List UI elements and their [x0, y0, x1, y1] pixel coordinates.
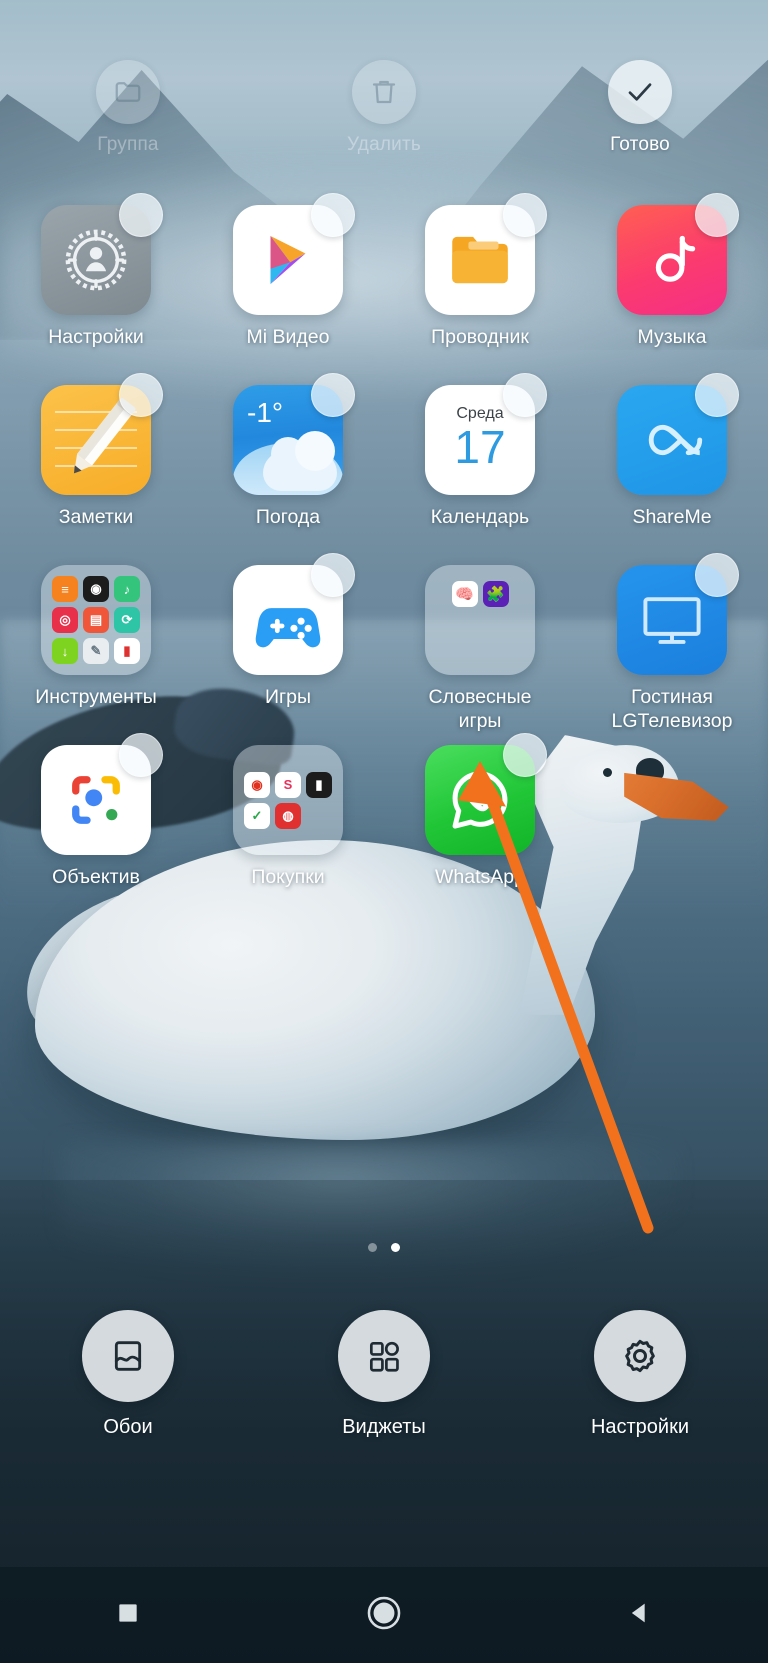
- app-label: WhatsApp: [435, 866, 525, 888]
- app-cell-notes[interactable]: Заметки: [0, 373, 192, 565]
- folder-cell-word-games[interactable]: 🧠 🧩 Словесные игры: [384, 565, 576, 745]
- group-button-label: Группа: [97, 134, 159, 155]
- delete-button-label: Удалить: [347, 134, 421, 155]
- wallpaper-button-label: Обои: [103, 1416, 153, 1438]
- widgets-grid-icon: [338, 1310, 430, 1402]
- group-button[interactable]: Группа: [0, 60, 256, 156]
- settings-button[interactable]: Настройки: [512, 1310, 768, 1439]
- home-button[interactable]: [256, 1594, 512, 1637]
- done-button[interactable]: Готово: [512, 60, 768, 156]
- selection-badge[interactable]: [311, 193, 355, 237]
- wallpaper-button[interactable]: Обои: [0, 1310, 256, 1439]
- delete-button[interactable]: Удалить: [256, 60, 512, 156]
- settings-gear-icon: [594, 1310, 686, 1402]
- app-label: Объектив: [52, 866, 140, 888]
- checkmark-icon: [608, 60, 672, 124]
- selection-badge[interactable]: [119, 373, 163, 417]
- page-indicator: [0, 1243, 768, 1252]
- selection-badge[interactable]: [503, 193, 547, 237]
- app-cell-empty: [576, 745, 768, 925]
- app-cell-lg-tv[interactable]: Гостиная LGТелевизор: [576, 553, 768, 745]
- selection-badge[interactable]: [503, 373, 547, 417]
- folder-label: Инструменты: [35, 686, 157, 708]
- selection-badge[interactable]: [695, 193, 739, 237]
- whatsapp-selection-badge[interactable]: [503, 733, 547, 777]
- folder-word-games-icon: 🧠 🧩: [425, 565, 535, 675]
- folder-label: Словесные игры: [428, 686, 532, 732]
- app-cell-settings[interactable]: Настройки: [0, 193, 192, 385]
- folder-icon: [96, 60, 160, 124]
- app-label: Календарь: [430, 506, 530, 528]
- app-cell-games[interactable]: Игры: [192, 553, 384, 745]
- app-label: Гостиная LGТелевизор: [611, 686, 733, 732]
- app-cell-lens[interactable]: Объектив: [0, 733, 192, 925]
- app-label: Настройки: [48, 326, 144, 348]
- android-navigation-bar: [0, 1567, 768, 1663]
- app-row: Настройки Mi Видео Проводник Музыка: [0, 193, 768, 385]
- app-row: Объектив ◉ S ▮ ✓ ◍ Покупки WhatsApp: [0, 733, 768, 925]
- folder-tools-icon: ≡ ◉ ♪ ◎ ▤ ⟳ ↓ ✎ ▮: [41, 565, 151, 675]
- selection-badge[interactable]: [311, 553, 355, 597]
- folder-cell-tools[interactable]: ≡ ◉ ♪ ◎ ▤ ⟳ ↓ ✎ ▮ Инструменты: [0, 565, 192, 745]
- calendar-day: 17: [454, 421, 506, 473]
- app-label: Проводник: [431, 326, 529, 348]
- home-circle-icon: [365, 1594, 403, 1637]
- app-cell-music[interactable]: Музыка: [576, 193, 768, 385]
- app-cell-weather[interactable]: -1° Погода: [192, 373, 384, 565]
- app-label: Погода: [255, 506, 321, 528]
- folder-label: Покупки: [251, 866, 325, 888]
- recents-square-icon: [115, 1600, 141, 1631]
- edit-mode-top-toolbar: Группа Удалить Готово: [0, 60, 768, 180]
- back-triangle-icon: [626, 1599, 654, 1632]
- app-cell-whatsapp[interactable]: WhatsApp: [384, 733, 576, 925]
- app-row: Заметки -1° Погода Среда 17 Календарь Sh…: [0, 373, 768, 565]
- done-button-label: Готово: [610, 134, 670, 155]
- folder-shopping-icon: ◉ S ▮ ✓ ◍: [233, 745, 343, 855]
- app-cell-file-manager[interactable]: Проводник: [384, 193, 576, 385]
- page-dot-active[interactable]: [391, 1243, 400, 1252]
- selection-badge[interactable]: [119, 733, 163, 777]
- widgets-button-label: Виджеты: [342, 1416, 426, 1438]
- app-cell-calendar[interactable]: Среда 17 Календарь: [384, 373, 576, 565]
- settings-button-label: Настройки: [590, 1416, 690, 1438]
- page-dot[interactable]: [368, 1243, 377, 1252]
- recents-button[interactable]: [0, 1600, 256, 1631]
- app-label: Игры: [265, 686, 311, 708]
- selection-badge[interactable]: [119, 193, 163, 237]
- trash-icon: [352, 60, 416, 124]
- app-row: ≡ ◉ ♪ ◎ ▤ ⟳ ↓ ✎ ▮ Инструменты Игры 🧠 🧩 С…: [0, 553, 768, 745]
- selection-badge[interactable]: [695, 373, 739, 417]
- folder-cell-shopping[interactable]: ◉ S ▮ ✓ ◍ Покупки: [192, 745, 384, 925]
- app-cell-shareme[interactable]: ShareMe: [576, 373, 768, 565]
- app-label: Заметки: [58, 506, 134, 528]
- widgets-button[interactable]: Виджеты: [256, 1310, 512, 1439]
- weather-temperature: -1°: [247, 397, 284, 428]
- app-label: ShareMe: [632, 506, 712, 528]
- app-label: Музыка: [637, 326, 707, 348]
- back-button[interactable]: [512, 1599, 768, 1632]
- phone-screen: Группа Удалить Готово Настройки Mi Видео…: [0, 0, 768, 1663]
- selection-badge[interactable]: [311, 373, 355, 417]
- app-cell-mi-video[interactable]: Mi Видео: [192, 193, 384, 385]
- edit-mode-bottom-toolbar: Обои Виджеты Настройки: [0, 1310, 768, 1439]
- wallpaper-icon: [82, 1310, 174, 1402]
- app-grid: Настройки Mi Видео Проводник Музыка Заме…: [0, 193, 768, 925]
- app-label: Mi Видео: [246, 326, 330, 348]
- selection-badge[interactable]: [695, 553, 739, 597]
